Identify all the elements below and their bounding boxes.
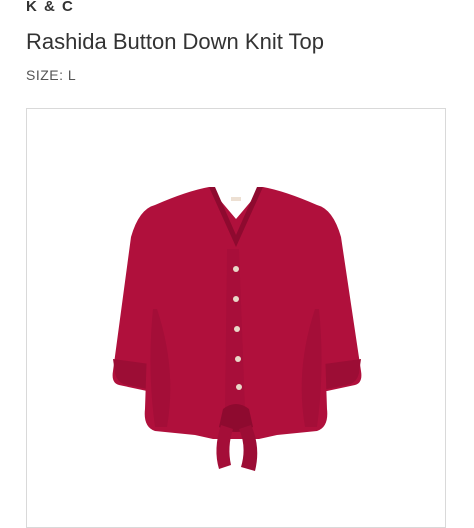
button-5 [236, 384, 242, 390]
button-1 [233, 266, 239, 272]
brand-name: K & C [26, 0, 75, 15]
product-photo [112, 187, 362, 471]
product-image[interactable] [26, 108, 446, 528]
product-title: Rashida Button Down Knit Top [26, 29, 324, 54]
button-3 [234, 326, 240, 332]
button-2 [233, 296, 239, 302]
size-label: SIZE: L [26, 67, 77, 83]
button-4 [235, 356, 241, 362]
